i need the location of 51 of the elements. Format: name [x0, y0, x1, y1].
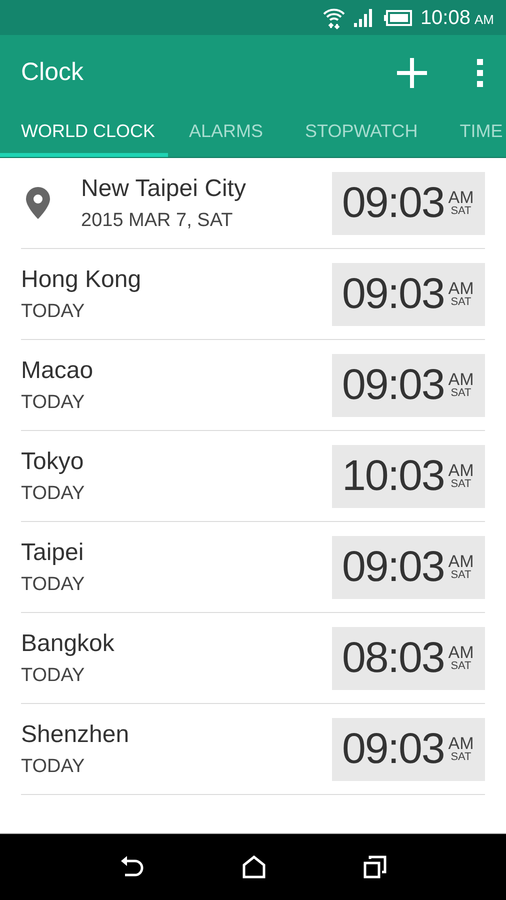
city-date: TODAY: [21, 572, 86, 597]
city-date: TODAY: [21, 664, 86, 688]
city-date: TODAY: [21, 300, 86, 324]
recents-icon: [363, 855, 388, 879]
tab[interactable]: TIME: [438, 110, 506, 157]
meridiem: AM: [448, 462, 474, 479]
city-name: Tokyo: [21, 446, 85, 477]
weekday: SAT: [450, 661, 472, 672]
meridiem: AM: [448, 189, 474, 206]
weekday: SAT: [450, 297, 472, 308]
weekday: SAT: [450, 388, 472, 399]
city-date: 2015 MAR 7, SAT: [81, 208, 234, 233]
tab[interactable]: ALARMS: [168, 110, 284, 157]
time-value: 10:03: [342, 450, 444, 502]
meridiem: AM: [448, 280, 474, 297]
location-pin-icon: [25, 187, 51, 219]
meridiem: AM: [448, 553, 474, 570]
battery-icon: [384, 10, 412, 26]
meridiem: AM: [448, 644, 474, 661]
city-name: Hong Kong: [21, 264, 142, 295]
city-name: New Taipei City: [81, 174, 247, 204]
app-title: Clock: [21, 56, 85, 88]
home-icon: [242, 855, 266, 879]
city-name: Macao: [21, 356, 94, 386]
weekday: SAT: [450, 752, 472, 763]
recents-button[interactable]: [363, 855, 388, 879]
city-date: TODAY: [21, 754, 86, 779]
time-value: 09:03: [342, 268, 444, 320]
tab[interactable]: WORLD CLOCK: [0, 110, 168, 157]
city-name: Taipei: [21, 538, 85, 568]
home-button[interactable]: [242, 855, 266, 879]
time-value: 08:03: [342, 632, 444, 684]
meridiem: AM: [448, 735, 474, 752]
time-value: 09:03: [342, 360, 444, 411]
back-icon: [118, 855, 145, 879]
back-button[interactable]: [118, 855, 145, 879]
tab[interactable]: STOPWATCH: [284, 110, 439, 157]
time-value: 09:03: [342, 178, 444, 229]
status-time: 10:08 AM: [420, 6, 494, 30]
city-name: Shenzhen: [21, 720, 130, 750]
weekday: SAT: [450, 570, 472, 581]
city-date: TODAY: [21, 482, 86, 506]
city-name: Bangkok: [21, 628, 116, 659]
more-icon: [477, 58, 483, 86]
time-value: 09:03: [342, 542, 444, 593]
time-value: 09:03: [342, 724, 444, 775]
meridiem: AM: [448, 371, 474, 388]
weekday: SAT: [450, 479, 472, 490]
city-date: TODAY: [21, 390, 86, 415]
plus-icon: [397, 58, 427, 88]
weekday: SAT: [450, 206, 472, 217]
